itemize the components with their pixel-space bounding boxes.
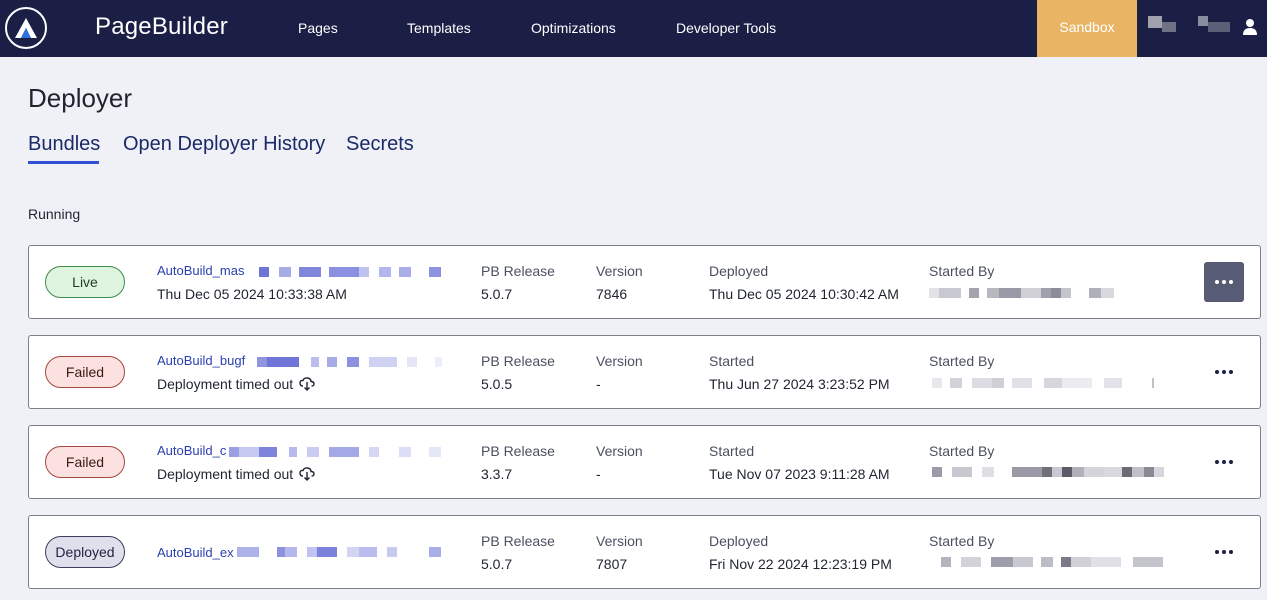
status-badge: Failed (45, 356, 125, 388)
more-options-icon (1215, 280, 1233, 284)
redacted-bundle-name (237, 547, 441, 557)
bundle-card: Deployed AutoBuild_ex PB Release 5.0.7 V… (28, 515, 1261, 589)
started-label: Started (709, 443, 755, 459)
nav-item-pages[interactable]: Pages (298, 20, 338, 36)
started-time: Tue Nov 07 2023 9:11:28 AM (709, 466, 890, 482)
nav-item-developer-tools[interactable]: Developer Tools (676, 20, 776, 36)
redacted-username (1208, 22, 1230, 32)
redacted-bundle-name (257, 357, 442, 367)
redacted-started-by (932, 378, 1154, 388)
bundle-card: Live AutoBuild_mas Thu Dec 05 2024 10:33… (28, 245, 1261, 319)
more-options-button[interactable] (1204, 352, 1244, 392)
bundle-name-link[interactable]: AutoBuild_bugf (157, 353, 245, 368)
started-by-label: Started By (929, 263, 995, 279)
status-badge: Live (45, 266, 125, 298)
version-label: Version (596, 353, 643, 369)
page-title: Deployer (28, 83, 133, 113)
redacted-username (1148, 16, 1162, 28)
started-time: Thu Jun 27 2024 3:23:52 PM (709, 376, 890, 392)
active-tab-indicator (28, 161, 99, 164)
redacted-username (1162, 22, 1176, 32)
pb-release-label: PB Release (481, 533, 555, 549)
redacted-started-by (941, 557, 1163, 567)
redacted-username (1198, 16, 1208, 26)
started-by-label: Started By (929, 443, 995, 459)
app-name[interactable]: PageBuilder (95, 13, 228, 41)
pb-release-value: 5.0.7 (481, 556, 513, 572)
pb-release-label: PB Release (481, 443, 555, 459)
bundle-name-link[interactable]: AutoBuild_c (157, 443, 226, 458)
tab-open-deployer-history[interactable]: Open Deployer History (123, 133, 325, 156)
version-value: - (596, 466, 601, 482)
version-label: Version (596, 533, 643, 549)
more-options-button[interactable] (1204, 442, 1244, 482)
redacted-started-by (929, 288, 1114, 298)
environment-sandbox-button[interactable]: Sandbox (1037, 0, 1137, 57)
redacted-started-by (932, 467, 1164, 477)
status-badge: Failed (45, 446, 125, 478)
app-logo-icon[interactable] (5, 7, 47, 49)
redacted-bundle-name (259, 267, 441, 277)
bundle-name-link[interactable]: AutoBuild_ex (157, 545, 234, 560)
failure-message: Deployment timed out (157, 466, 315, 482)
version-label: Version (596, 263, 643, 279)
status-badge: Deployed (45, 536, 125, 568)
user-icon[interactable] (1242, 18, 1258, 36)
cloud-download-icon[interactable] (299, 467, 315, 481)
bundle-name-link[interactable]: AutoBuild_mas (157, 263, 244, 278)
deployed-label: Deployed (709, 533, 769, 549)
nav-item-optimizations[interactable]: Optimizations (531, 20, 616, 36)
bundle-uploaded-time: Thu Dec 05 2024 10:33:38 AM (157, 286, 347, 302)
bundle-card: Failed AutoBuild_c Deployment timed out … (28, 425, 1261, 499)
more-options-icon (1215, 370, 1233, 374)
section-label-running: Running (28, 206, 81, 222)
deployed-label: Deployed (709, 263, 769, 279)
pb-release-value: 5.0.7 (481, 286, 513, 302)
cloud-download-icon[interactable] (299, 377, 315, 391)
pb-release-value: 5.0.5 (481, 376, 513, 392)
nav-item-templates[interactable]: Templates (407, 20, 471, 36)
deployed-time: Thu Dec 05 2024 10:30:42 AM (709, 286, 899, 302)
tab-bundles[interactable]: Bundles (28, 133, 100, 156)
deployed-time: Fri Nov 22 2024 12:23:19 PM (709, 556, 892, 572)
pb-release-label: PB Release (481, 263, 555, 279)
started-label: Started (709, 353, 755, 369)
top-navigation-bar: PageBuilder Pages Templates Optimization… (0, 0, 1267, 57)
version-label: Version (596, 443, 643, 459)
more-options-icon (1215, 460, 1233, 464)
tab-secrets[interactable]: Secrets (346, 133, 414, 156)
started-by-label: Started By (929, 533, 995, 549)
failure-message: Deployment timed out (157, 376, 315, 392)
started-by-label: Started By (929, 353, 995, 369)
pb-release-label: PB Release (481, 353, 555, 369)
version-value: 7807 (596, 556, 628, 572)
more-options-button[interactable] (1204, 262, 1244, 302)
pb-release-value: 3.3.7 (481, 466, 513, 482)
bundle-card: Failed AutoBuild_bugf Deployment timed o… (28, 335, 1261, 409)
redacted-bundle-name (229, 447, 441, 457)
version-value: - (596, 376, 601, 392)
more-options-icon (1215, 550, 1233, 554)
version-value: 7846 (596, 286, 628, 302)
more-options-button[interactable] (1204, 532, 1244, 572)
